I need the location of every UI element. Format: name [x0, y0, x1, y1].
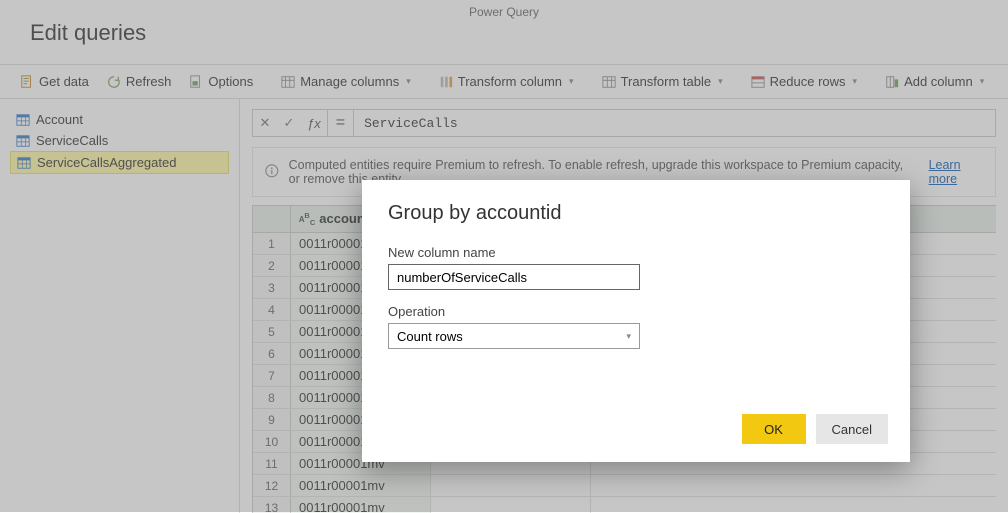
operation-value: Count rows	[397, 329, 463, 344]
new-column-label: New column name	[388, 245, 884, 260]
dialog-title: Group by accountid	[388, 202, 884, 225]
chevron-down-icon: ▾	[626, 331, 631, 342]
operation-label: Operation	[388, 304, 884, 319]
group-by-dialog: Group by accountid New column name Opera…	[362, 180, 910, 462]
cancel-button[interactable]: Cancel	[816, 414, 888, 444]
ok-button[interactable]: OK	[742, 414, 806, 444]
new-column-input[interactable]	[388, 264, 640, 290]
operation-select[interactable]: Count rows ▾	[388, 323, 640, 349]
